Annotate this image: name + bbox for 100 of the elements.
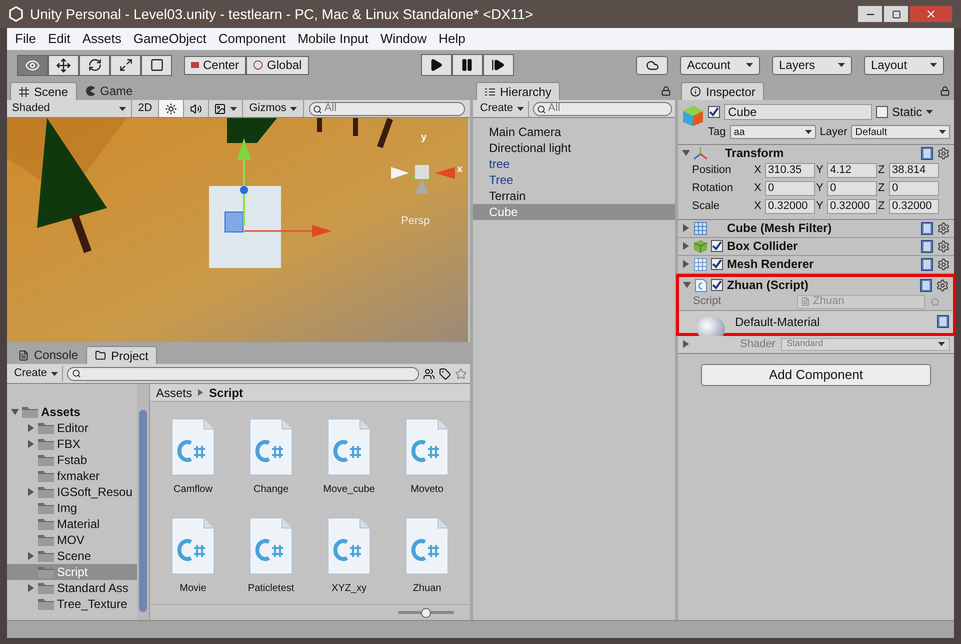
expand-arrow-icon[interactable]: [682, 149, 690, 157]
star-icon[interactable]: [455, 368, 467, 380]
expand-arrow-icon[interactable]: [682, 340, 690, 348]
file-name[interactable]: Moveto: [410, 482, 444, 497]
tool-button[interactable]: [110, 54, 141, 76]
number-field[interactable]: 38.814: [889, 163, 939, 178]
folder-item[interactable]: Editor: [7, 420, 137, 436]
menu-item[interactable]: Window: [374, 29, 433, 49]
object-picker-icon[interactable]: [931, 298, 939, 306]
gear-icon[interactable]: [937, 222, 950, 234]
file-name[interactable]: Paticletest: [248, 581, 294, 596]
number-field[interactable]: 0.32000: [889, 199, 939, 214]
lock-icon[interactable]: [940, 86, 950, 96]
step-button[interactable]: [482, 54, 514, 76]
expand-arrow-icon[interactable]: [682, 242, 690, 250]
file-name[interactable]: XYZ_xy: [331, 581, 366, 596]
name-field[interactable]: Cube: [724, 104, 872, 120]
label-tag-icon[interactable]: [439, 368, 451, 380]
folder-item[interactable]: Assets: [7, 404, 137, 420]
help-book-icon[interactable]: [921, 222, 933, 234]
panel-tab[interactable]: Game: [77, 82, 141, 100]
cloud-button[interactable]: [636, 56, 668, 74]
checkbox[interactable]: [711, 240, 723, 252]
folder-item[interactable]: Material: [7, 516, 137, 532]
menu-item[interactable]: Assets: [76, 29, 128, 49]
hierarchy-item[interactable]: tree: [473, 156, 675, 172]
add-component-button[interactable]: Add Component: [701, 364, 931, 386]
search-field[interactable]: [67, 366, 419, 380]
menu-item[interactable]: Component: [212, 29, 292, 49]
help-book-icon[interactable]: [921, 258, 933, 270]
filter-type-icon[interactable]: [423, 368, 435, 380]
file-name[interactable]: Camflow: [174, 482, 212, 497]
number-field[interactable]: 0.32000: [827, 199, 877, 214]
file-name[interactable]: Move_cube: [323, 482, 375, 497]
search-field[interactable]: All: [309, 102, 465, 116]
hierarchy-item[interactable]: Main Camera: [473, 124, 675, 140]
checkbox[interactable]: [708, 106, 720, 118]
breadcrumb-item[interactable]: Script: [209, 384, 244, 402]
lock-icon[interactable]: [661, 86, 671, 96]
number-field[interactable]: 0.32000: [765, 199, 815, 214]
expand-arrow-icon[interactable]: [27, 440, 35, 448]
maximize-button[interactable]: [883, 5, 909, 23]
file-name[interactable]: Zhuan: [412, 581, 442, 596]
panel-tab[interactable]: Scene: [10, 82, 78, 100]
menu-item[interactable]: Edit: [42, 29, 76, 49]
hierarchy-item[interactable]: Directional light: [473, 140, 675, 156]
shading-dropdown[interactable]: Shaded: [7, 100, 132, 117]
help-book-icon[interactable]: [921, 146, 933, 160]
layers-dropdown[interactable]: Layers: [772, 56, 852, 74]
layer-dropdown[interactable]: Default: [851, 125, 950, 140]
folder-item[interactable]: MOV: [7, 532, 137, 548]
tool-button[interactable]: [79, 54, 110, 76]
gear-icon[interactable]: [937, 258, 950, 270]
pause-button[interactable]: [452, 54, 483, 76]
breadcrumb-item[interactable]: Assets: [156, 384, 192, 402]
tool-button[interactable]: [48, 54, 79, 76]
expand-arrow-icon[interactable]: [27, 488, 35, 496]
panel-tab[interactable]: Console: [10, 346, 86, 364]
play-button[interactable]: [420, 54, 452, 76]
expand-arrow-icon[interactable]: [682, 260, 690, 268]
menu-item[interactable]: GameObject: [127, 29, 212, 49]
checkbox[interactable]: [876, 106, 888, 118]
folder-item[interactable]: fxmaker: [7, 468, 137, 484]
folder-item[interactable]: IGSoft_Resou: [7, 484, 137, 500]
zoom-slider[interactable]: [398, 608, 454, 618]
scrollbar[interactable]: [137, 384, 149, 620]
number-field[interactable]: 310.35: [765, 163, 815, 178]
menu-item[interactable]: Mobile Input: [292, 29, 374, 49]
folder-item[interactable]: Tree_Texture: [7, 596, 137, 612]
gear-icon[interactable]: [936, 278, 949, 292]
gear-icon[interactable]: [937, 146, 950, 160]
panel-tab[interactable]: Hierarchy: [476, 82, 560, 100]
expand-arrow-icon[interactable]: [682, 224, 690, 232]
folder-item[interactable]: Fstab: [7, 452, 137, 468]
gizmos-dropdown[interactable]: Gizmos: [243, 100, 304, 117]
folder-item[interactable]: Scene: [7, 548, 137, 564]
expand-arrow-icon[interactable]: [27, 552, 35, 560]
menu-item[interactable]: File: [9, 29, 42, 49]
help-book-icon[interactable]: [921, 240, 933, 252]
account-dropdown[interactable]: Account: [680, 56, 760, 74]
search-field[interactable]: All: [533, 102, 672, 116]
help-book-icon[interactable]: [937, 315, 949, 328]
tag-dropdown[interactable]: aa: [730, 125, 816, 140]
create-dropdown[interactable]: Create: [476, 100, 530, 116]
checkbox[interactable]: [711, 258, 723, 270]
number-field[interactable]: 4.12: [827, 163, 877, 178]
tool-button[interactable]: [141, 54, 172, 76]
gear-icon[interactable]: [937, 240, 950, 252]
help-book-icon[interactable]: [920, 278, 932, 292]
number-field[interactable]: 0: [827, 181, 877, 196]
folder-item[interactable]: Img: [7, 500, 137, 516]
tool-button[interactable]: [17, 54, 48, 76]
number-field[interactable]: 0: [765, 181, 815, 196]
file-name[interactable]: Change: [253, 482, 289, 497]
close-button[interactable]: [909, 5, 953, 23]
panel-tab[interactable]: Project: [86, 346, 158, 364]
layout-dropdown[interactable]: Layout: [864, 56, 944, 74]
hierarchy-item[interactable]: Terrain: [473, 188, 675, 204]
panel-tab[interactable]: Inspector: [681, 82, 764, 100]
expand-arrow-icon[interactable]: [683, 281, 691, 289]
